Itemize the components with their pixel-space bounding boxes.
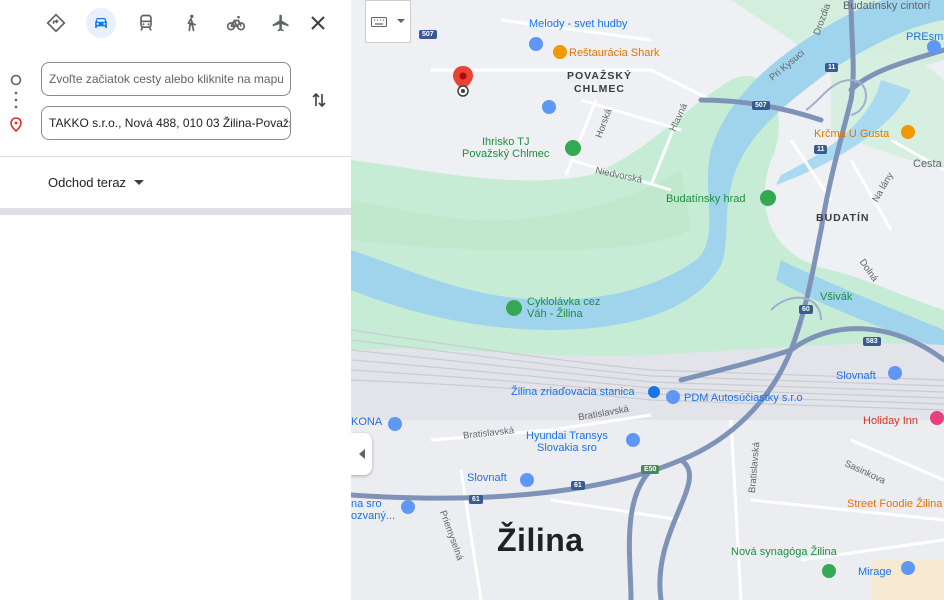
- origin-input[interactable]: [49, 72, 283, 86]
- divider: [0, 156, 351, 157]
- car-icon: [95, 18, 107, 28]
- close-directions-button[interactable]: [305, 10, 331, 36]
- train-icon: [140, 14, 152, 31]
- mode-transit-button[interactable]: [131, 8, 161, 38]
- city-label: Žilina: [497, 522, 584, 558]
- bike-icon: [226, 15, 246, 31]
- walk-icon: [187, 14, 196, 32]
- travel-mode-bar: [0, 0, 351, 46]
- mode-walk-button[interactable]: [176, 8, 206, 38]
- swap-route-button[interactable]: [308, 89, 330, 111]
- departure-label: Odchod teraz: [48, 175, 127, 190]
- mode-best-button[interactable]: [41, 8, 71, 38]
- route-connector-icon: [10, 74, 22, 132]
- destination-input[interactable]: TAKKO s.r.o., Nová 488, 010 03 Žilina-Po…: [49, 116, 290, 130]
- directions-panel: TAKKO s.r.o., Nová 488, 010 03 Žilina-Po…: [0, 0, 351, 600]
- close-icon: [311, 16, 325, 30]
- airplane-icon: [272, 14, 289, 32]
- destination-field[interactable]: TAKKO s.r.o., Nová 488, 010 03 Žilina-Po…: [41, 106, 291, 140]
- mode-flight-button[interactable]: [266, 8, 296, 38]
- origin-field[interactable]: [41, 62, 291, 96]
- mode-bike-button[interactable]: [221, 8, 251, 38]
- poi-icons-layer: [388, 37, 944, 578]
- departure-time-dropdown[interactable]: Odchod teraz: [48, 175, 145, 190]
- swap-arrows-icon: [312, 92, 326, 108]
- app-root: TAKKO s.r.o., Nová 488, 010 03 Žilina-Po…: [0, 0, 944, 600]
- section-divider: [0, 208, 351, 215]
- caret-down-icon: [134, 179, 145, 185]
- map-canvas[interactable]: 507 507 11 11 60 583 61 61 E50 POVAŽSKÝ …: [351, 0, 944, 600]
- directions-diamond-icon: [46, 13, 66, 33]
- mode-car-button[interactable]: [86, 8, 116, 38]
